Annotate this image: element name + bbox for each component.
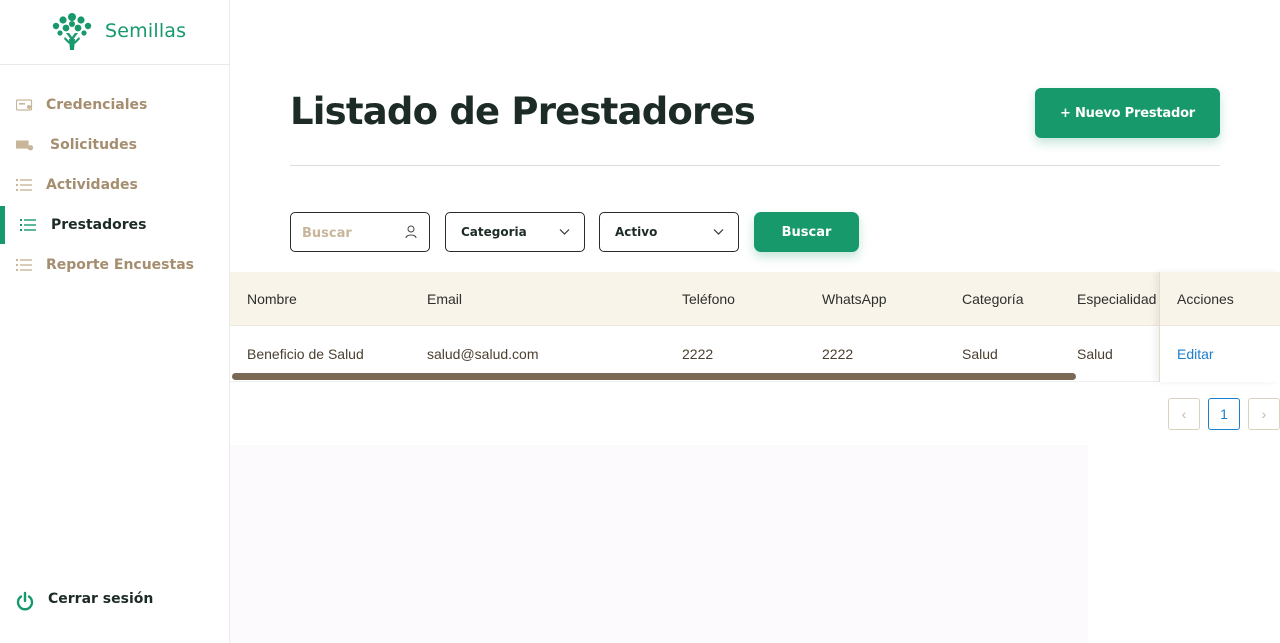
table-header: Nombre Email Teléfono WhatsApp Categoría…: [230, 272, 1280, 326]
edit-link[interactable]: Editar: [1177, 327, 1214, 381]
horizontal-scrollbar[interactable]: [232, 373, 1076, 380]
logout-label: Cerrar sesión: [48, 591, 154, 607]
sidebar-item-label: Actividades: [46, 177, 138, 193]
brand-name: Semillas: [105, 20, 187, 42]
empty-area: [230, 445, 1088, 643]
search-field[interactable]: [290, 212, 430, 252]
logout-button[interactable]: Cerrar sesión: [16, 590, 216, 614]
sidebar-item-credenciales[interactable]: Credenciales: [0, 86, 229, 124]
cell-especialidad: Salud: [1077, 346, 1113, 362]
tree-logo-icon: [52, 13, 92, 50]
requests-icon: [16, 140, 34, 151]
new-prestador-button[interactable]: + Nuevo Prestador: [1035, 88, 1220, 138]
column-header-acciones: Acciones: [1177, 291, 1234, 307]
pagination-next-button[interactable]: ›: [1248, 398, 1280, 430]
list-icon: [20, 219, 36, 231]
fixed-actions-column: Acciones Editar: [1159, 272, 1280, 382]
chevron-down-icon: [559, 229, 570, 235]
sidebar-item-label: Prestadores: [51, 217, 147, 233]
chevron-down-icon: [713, 229, 724, 235]
user-icon: [405, 225, 417, 239]
sidebar-item-actividades[interactable]: Actividades: [0, 166, 229, 204]
column-header-categoria: Categoría: [962, 291, 1024, 307]
sidebar-item-label: Solicitudes: [50, 137, 137, 153]
category-select-value: Categoria: [461, 225, 527, 239]
category-select[interactable]: Categoria: [445, 212, 585, 252]
column-header-especialidad: Especialidad: [1077, 291, 1157, 307]
prestadores-table: Nombre Email Teléfono WhatsApp Categoría…: [230, 272, 1280, 382]
search-input[interactable]: [302, 222, 402, 244]
pagination-page-1[interactable]: 1: [1208, 398, 1240, 430]
sidebar-item-solicitudes[interactable]: Solicitudes: [0, 126, 229, 164]
sidebar-item-label: Credenciales: [46, 97, 148, 113]
power-icon: [16, 591, 34, 611]
sidebar-item-reporte-encuestas[interactable]: Reporte Encuestas: [0, 246, 229, 284]
column-header-whatsapp: WhatsApp: [822, 291, 887, 307]
sidebar-item-prestadores[interactable]: Prestadores: [0, 206, 229, 244]
divider: [290, 165, 1220, 166]
actions-header-cell: Acciones: [1160, 272, 1280, 326]
column-header-email: Email: [427, 291, 463, 307]
sidebar-item-label: Reporte Encuestas: [46, 257, 194, 273]
column-header-telefono: Teléfono: [682, 291, 735, 307]
credential-card-icon: [16, 99, 33, 111]
status-select-value: Activo: [615, 225, 658, 239]
search-button[interactable]: Buscar: [754, 212, 859, 252]
page-title: Listado de Prestadores: [290, 90, 756, 133]
column-header-nombre: Nombre: [247, 291, 297, 307]
list-icon: [16, 259, 32, 271]
main-content: Listado de Prestadores + Nuevo Prestador…: [230, 0, 1280, 643]
sidebar: Semillas Credenciales Solicitudes Activi…: [0, 0, 230, 643]
brand: Semillas: [0, 0, 229, 65]
pagination-prev-button[interactable]: ‹: [1168, 398, 1200, 430]
status-select[interactable]: Activo: [599, 212, 739, 252]
actions-body-cell: Editar: [1160, 327, 1280, 382]
list-icon: [16, 179, 32, 191]
